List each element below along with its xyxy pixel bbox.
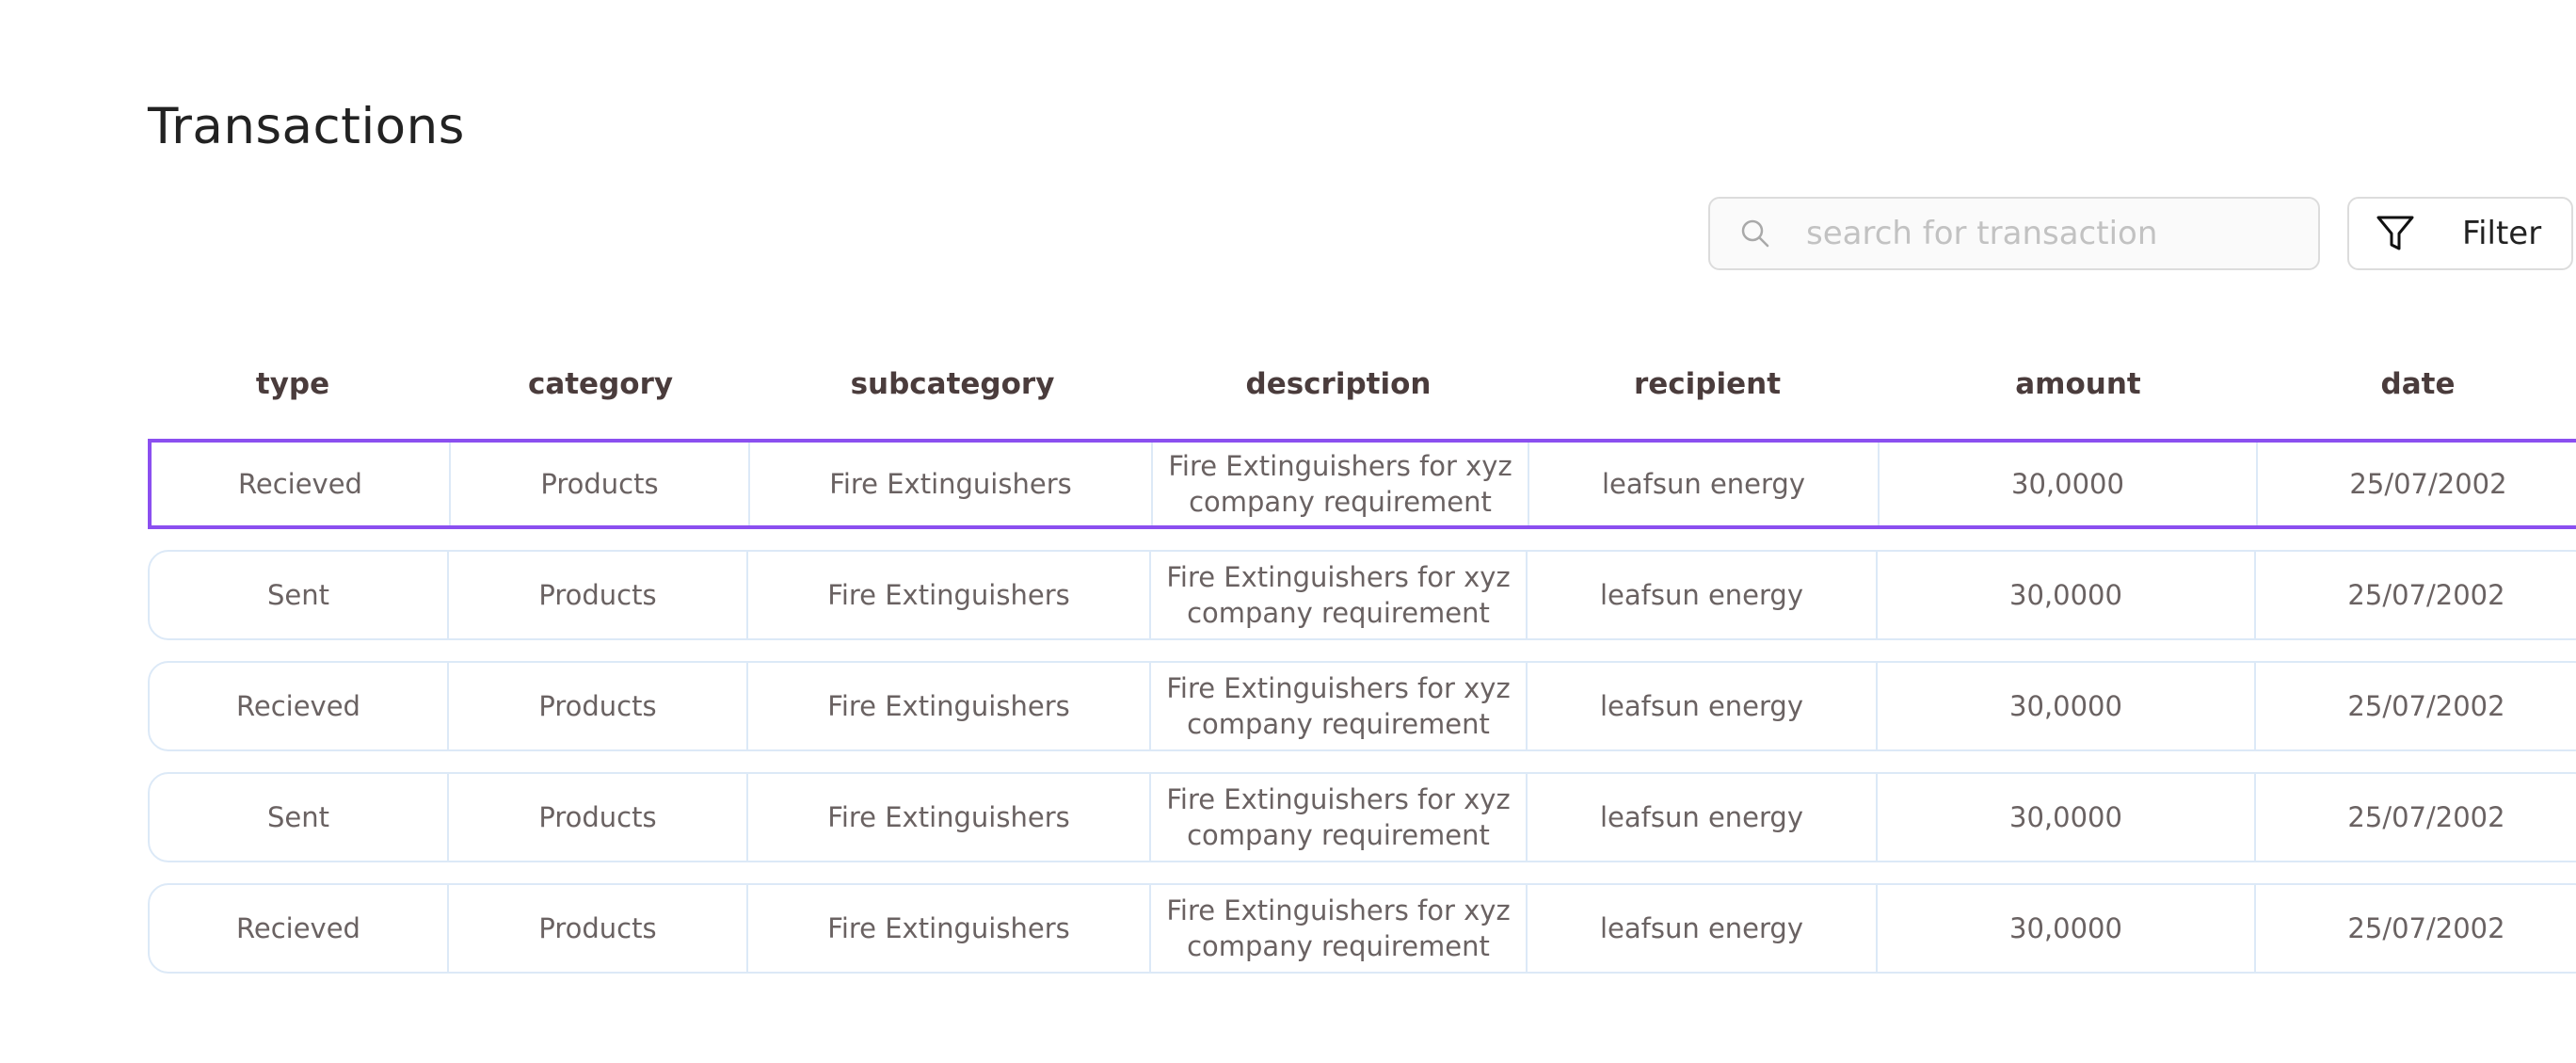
filter-button[interactable]: Filter bbox=[2347, 197, 2573, 270]
cell-type: Sent bbox=[266, 579, 329, 611]
table-row[interactable]: Recieved Products Fire Extinguishers Fir… bbox=[148, 661, 2576, 751]
cell-description: Fire Extinguishers for xyz company requi… bbox=[1166, 672, 1511, 740]
cell-recipient: leafsun energy bbox=[1599, 690, 1803, 722]
filter-label: Filter bbox=[2462, 215, 2542, 252]
column-header-description[interactable]: description bbox=[1246, 356, 1432, 412]
cell-date: 25/07/2002 bbox=[2347, 912, 2505, 944]
transactions-table-body: Recieved Products Fire Extinguishers Fir… bbox=[148, 439, 2576, 994]
page-title: Transactions bbox=[148, 98, 465, 155]
filter-icon bbox=[2374, 212, 2417, 255]
search-input[interactable] bbox=[1806, 205, 2296, 262]
table-row[interactable]: Sent Products Fire Extinguishers Fire Ex… bbox=[148, 772, 2576, 862]
cell-date: 25/07/2002 bbox=[2347, 801, 2505, 833]
cell-description: Fire Extinguishers for xyz company requi… bbox=[1166, 561, 1511, 629]
cell-recipient: leafsun energy bbox=[1599, 579, 1803, 611]
cell-subcategory: Fire Extinguishers bbox=[829, 468, 1072, 500]
cell-subcategory: Fire Extinguishers bbox=[827, 690, 1070, 722]
table-header: type category subcategory description re… bbox=[148, 356, 2576, 412]
column-header-amount[interactable]: amount bbox=[2015, 356, 2140, 412]
cell-type: Recieved bbox=[238, 468, 362, 500]
column-header-subcategory[interactable]: subcategory bbox=[851, 356, 1055, 412]
search-icon bbox=[1736, 215, 1774, 252]
cell-category: Products bbox=[538, 801, 657, 833]
cell-amount: 30,0000 bbox=[2009, 579, 2122, 611]
cell-description: Fire Extinguishers for xyz company requi… bbox=[1168, 450, 1512, 518]
cell-description: Fire Extinguishers for xyz company requi… bbox=[1166, 894, 1511, 962]
column-header-recipient[interactable]: recipient bbox=[1634, 356, 1781, 412]
cell-type: Recieved bbox=[236, 912, 360, 944]
cell-date: 25/07/2002 bbox=[2347, 579, 2505, 611]
column-header-type[interactable]: type bbox=[256, 356, 329, 412]
cell-category: Products bbox=[538, 912, 657, 944]
cell-recipient: leafsun energy bbox=[1601, 468, 1805, 500]
table-row[interactable]: Recieved Products Fire Extinguishers Fir… bbox=[148, 439, 2576, 529]
cell-amount: 30,0000 bbox=[2009, 912, 2122, 944]
table-row[interactable]: Recieved Products Fire Extinguishers Fir… bbox=[148, 883, 2576, 974]
column-header-date[interactable]: date bbox=[2381, 356, 2456, 412]
search-box[interactable] bbox=[1708, 197, 2320, 270]
cell-category: Products bbox=[540, 468, 659, 500]
column-header-category[interactable]: category bbox=[528, 356, 673, 412]
cell-description: Fire Extinguishers for xyz company requi… bbox=[1166, 783, 1511, 851]
table-row[interactable]: Sent Products Fire Extinguishers Fire Ex… bbox=[148, 550, 2576, 640]
cell-amount: 30,0000 bbox=[2011, 468, 2124, 500]
cell-subcategory: Fire Extinguishers bbox=[827, 801, 1070, 833]
cell-amount: 30,0000 bbox=[2009, 690, 2122, 722]
cell-type: Sent bbox=[266, 801, 329, 833]
cell-amount: 30,0000 bbox=[2009, 801, 2122, 833]
cell-category: Products bbox=[538, 579, 657, 611]
cell-date: 25/07/2002 bbox=[2347, 690, 2505, 722]
cell-type: Recieved bbox=[236, 690, 360, 722]
cell-date: 25/07/2002 bbox=[2349, 468, 2507, 500]
cell-subcategory: Fire Extinguishers bbox=[827, 912, 1070, 944]
cell-recipient: leafsun energy bbox=[1599, 801, 1803, 833]
transactions-page: Transactions Filter type category subcat… bbox=[0, 0, 2576, 1063]
cell-category: Products bbox=[538, 690, 657, 722]
cell-recipient: leafsun energy bbox=[1599, 912, 1803, 944]
cell-subcategory: Fire Extinguishers bbox=[827, 579, 1070, 611]
